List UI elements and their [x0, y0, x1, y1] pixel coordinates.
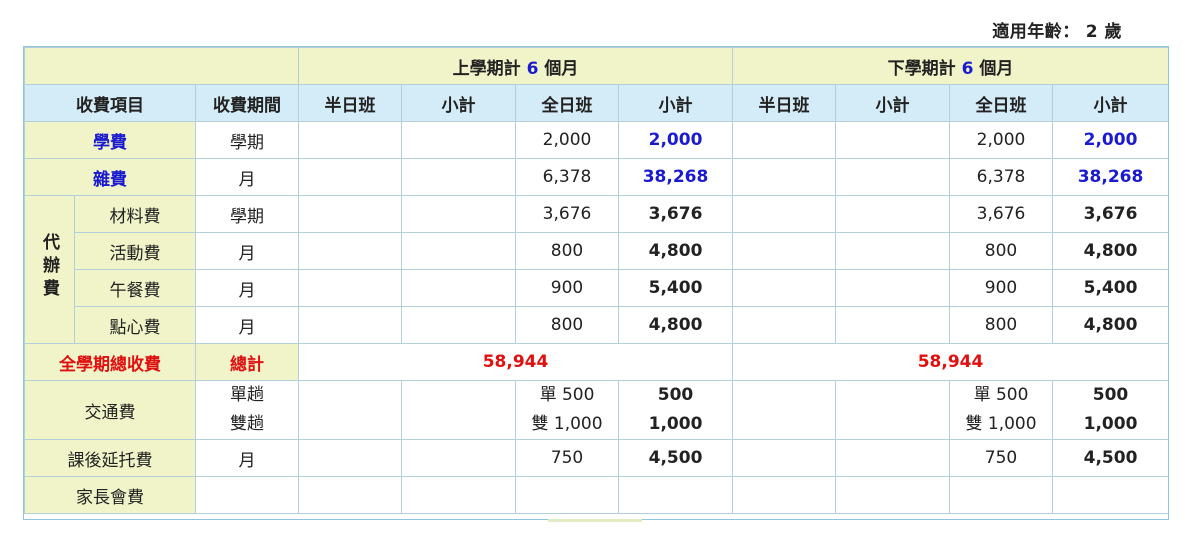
- table-row-total: 全學期總收費 總計 58,944 58,944: [24, 343, 1170, 381]
- row-lunch-full-1: 900: [515, 269, 620, 307]
- row-aftercare-sub-2: 4,500: [1052, 439, 1170, 477]
- row-lunch-sub-1: 5,400: [618, 269, 734, 307]
- row-transport-full-1: 單 500 雙 1,000: [515, 380, 620, 440]
- row-tuition-sub-1: 2,000: [618, 121, 734, 159]
- col-subtotal-2: 小計: [618, 84, 734, 122]
- row-tuition-name: 學費: [24, 121, 196, 159]
- col-subtotal-3: 小計: [835, 84, 951, 122]
- row-misc-name: 雜費: [24, 158, 196, 196]
- age-label: 適用年齡：: [992, 22, 1080, 42]
- table-row: 雜費 月 6,378 38,268 6,378 38,268: [24, 158, 1170, 196]
- row-total-name: 全學期總收費: [24, 343, 196, 381]
- group-label-cell: 代辦費: [24, 195, 75, 344]
- column-header-row: 收費項目 收費期間 半日班 小計 全日班 小計 半日班 小計 全日班 小計: [24, 84, 1170, 122]
- row-total-value-2: 58,944: [732, 343, 1170, 381]
- row-activity-full-2: 800: [949, 232, 1054, 270]
- row-aftercare-period: 月: [194, 439, 300, 477]
- col-subtotal-1: 小計: [401, 84, 517, 122]
- col-half-day-1: 半日班: [298, 84, 403, 122]
- col-full-day-1: 全日班: [515, 84, 620, 122]
- table-row: 午餐費 月 900 5,400 900 5,400: [25, 269, 1170, 307]
- row-lunch-sub-2: 5,400: [1052, 269, 1170, 307]
- row-activity-sub-2: 4,800: [1052, 232, 1170, 270]
- semester-header-row: 上學期計 6 個月 下學期計 6 個月: [23, 47, 1170, 85]
- row-lunch-name: 午餐費: [74, 269, 196, 307]
- row-transport-sub-1: 500 1,000: [618, 380, 734, 440]
- row-activity-full-1: 800: [515, 232, 620, 270]
- row-snack-name: 點心費: [74, 306, 196, 344]
- row-tuition-sub-2: 2,000: [1052, 121, 1170, 159]
- second-semester-header: 下學期計 6 個月: [732, 47, 1170, 85]
- second-semester-months: 6: [961, 58, 974, 79]
- table-row: 課後延托費 月 750 4,500 750 4,500: [24, 439, 1170, 477]
- row-snack-full-2: 800: [949, 306, 1054, 344]
- row-aftercare-full-1: 750: [515, 439, 620, 477]
- row-misc-sub-2: 38,268: [1052, 158, 1170, 196]
- row-total-value-1: 58,944: [298, 343, 734, 381]
- row-misc-full-2: 6,378: [949, 158, 1054, 196]
- row-lunch-period: 月: [194, 269, 300, 307]
- row-tuition-full-1: 2,000: [515, 121, 620, 159]
- row-aftercare-sub-1: 4,500: [618, 439, 734, 477]
- row-materials-sub-1: 3,676: [618, 195, 734, 233]
- row-aftercare-full-2: 750: [949, 439, 1054, 477]
- table-row: 點心費 月 800 4,800 800 4,800: [25, 306, 1170, 344]
- table-row: 家長會費: [24, 476, 1170, 514]
- group-label: 代辦費: [39, 232, 59, 302]
- fee-table: 上學期計 6 個月 下學期計 6 個月 收費項目 收費期間 半日班 小計 全日班…: [23, 47, 1170, 514]
- row-misc-sub-1: 38,268: [618, 158, 734, 196]
- row-misc-period: 月: [194, 158, 300, 196]
- first-semester-months: 6: [526, 58, 539, 79]
- row-materials-period: 學期: [194, 195, 300, 233]
- row-tuition-period: 學期: [194, 121, 300, 159]
- semester-header-blank: [23, 47, 300, 85]
- row-activity-period: 月: [194, 232, 300, 270]
- row-total-period: 總計: [194, 343, 300, 381]
- row-materials-full-2: 3,676: [949, 195, 1054, 233]
- table-row: 學費 學期 2,000 2,000 2,000 2,000: [24, 121, 1170, 159]
- row-tuition-full-2: 2,000: [949, 121, 1054, 159]
- table-row: 交通費 單趟 雙趟 單 500 雙 1,000 500 1,000 單 500 …: [24, 380, 1170, 440]
- age-value: 2: [1085, 22, 1099, 42]
- table-row: 活動費 月 800 4,800 800 4,800: [25, 232, 1170, 270]
- col-item: 收費項目: [24, 84, 196, 122]
- row-transport-sub-2: 500 1,000: [1052, 380, 1170, 440]
- row-parents-name: 家長會費: [24, 476, 196, 514]
- age-unit: 歲: [1104, 22, 1122, 42]
- bottom-tab-strip: [548, 519, 642, 522]
- row-snack-full-1: 800: [515, 306, 620, 344]
- row-transport-period: 單趟 雙趟: [194, 380, 300, 440]
- row-materials-sub-2: 3,676: [1052, 195, 1170, 233]
- row-activity-sub-1: 4,800: [618, 232, 734, 270]
- col-full-day-2: 全日班: [949, 84, 1054, 122]
- row-materials-full-1: 3,676: [515, 195, 620, 233]
- row-snack-period: 月: [194, 306, 300, 344]
- row-transport-full-2: 單 500 雙 1,000: [949, 380, 1054, 440]
- row-lunch-full-2: 900: [949, 269, 1054, 307]
- row-transport-name: 交通費: [24, 380, 196, 440]
- col-period: 收費期間: [194, 84, 300, 122]
- col-half-day-2: 半日班: [732, 84, 837, 122]
- row-aftercare-name: 課後延托費: [24, 439, 196, 477]
- col-subtotal-4: 小計: [1052, 84, 1170, 122]
- table-row: 代辦費 材料費 學期 3,676 3,676 3,676 3,676: [24, 195, 1170, 344]
- age-note: 適用年齡： 2 歲: [992, 17, 1122, 42]
- first-semester-header: 上學期計 6 個月: [298, 47, 734, 85]
- row-misc-full-1: 6,378: [515, 158, 620, 196]
- row-snack-sub-2: 4,800: [1052, 306, 1170, 344]
- row-activity-name: 活動費: [74, 232, 196, 270]
- row-materials-name: 材料費: [74, 195, 196, 233]
- row-snack-sub-1: 4,800: [618, 306, 734, 344]
